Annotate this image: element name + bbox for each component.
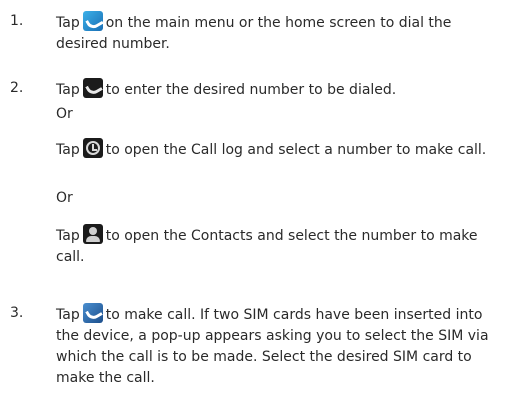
call-log-icon	[82, 138, 103, 158]
instruction-text: to enter the desired number to be dialed…	[105, 82, 397, 98]
tap-word: Tap	[56, 82, 80, 98]
instruction-text: to make call. If two SIM cards have been…	[56, 307, 489, 386]
step-number: 1.	[10, 13, 24, 29]
step-text: Tap on the main menu or the home screen t…	[56, 11, 503, 55]
step-text: Tap to enter the desired number to be dia…	[56, 78, 503, 318]
instruction-text: on the main menu or the home screen to d…	[56, 15, 452, 52]
step-number: 2.	[10, 80, 24, 96]
call-log-instruction: Tap to open the Call log and select a num…	[56, 138, 503, 161]
tap-word: Tap	[56, 228, 80, 244]
or-separator: Or	[56, 190, 73, 206]
tap-word: Tap	[56, 142, 80, 158]
or-separator: Or	[56, 106, 73, 122]
contacts-instruction: Tap to open the Contacts and select the n…	[56, 224, 503, 268]
instruction-text: to open the Call log and select a number…	[105, 142, 487, 158]
tap-word: Tap	[56, 15, 80, 31]
tap-word: Tap	[56, 307, 80, 323]
step-number: 3.	[10, 305, 24, 321]
dialer-icon	[82, 78, 103, 98]
contacts-icon	[82, 224, 103, 244]
phone-app-icon	[82, 11, 103, 31]
dialer-instruction: Tap to enter the desired number to be dia…	[56, 78, 503, 101]
instruction-text: to open the Contacts and select the numb…	[56, 228, 478, 265]
call-icon	[82, 303, 103, 323]
step-text: Tap to make call. If two SIM cards have b…	[56, 303, 503, 389]
